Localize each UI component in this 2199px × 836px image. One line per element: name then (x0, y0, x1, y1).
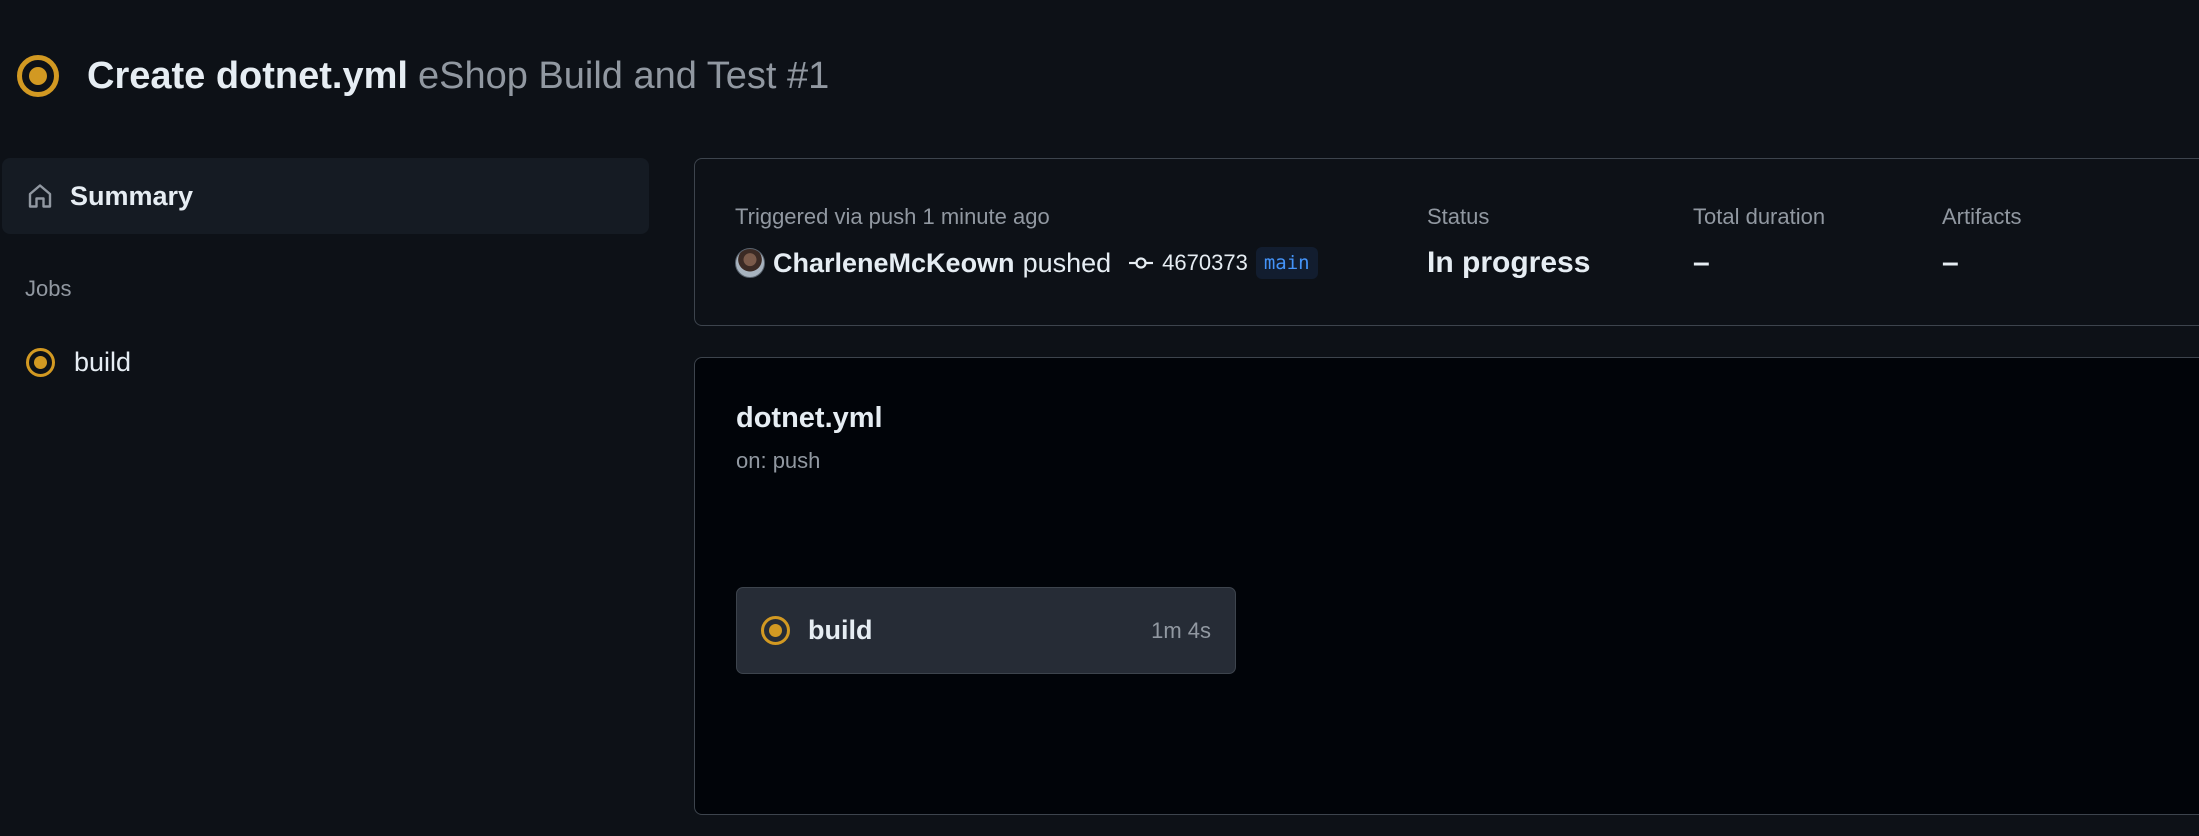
sidebar-item-build[interactable]: build (26, 342, 650, 382)
in-progress-icon (761, 616, 790, 645)
sidebar-item-summary[interactable]: Summary (2, 158, 649, 234)
in-progress-icon (26, 347, 55, 377)
artifacts-value: – (1942, 246, 1959, 279)
workflow-run-page: Create dotnet.yml eShop Build and Test #1… (0, 0, 2199, 836)
sidebar-item-label: build (74, 346, 132, 377)
home-icon (28, 184, 52, 208)
commit-message: Create dotnet.yml (87, 54, 408, 97)
status-value: In progress (1427, 246, 1591, 279)
run-summary-card: Triggered via push 1 minute ago Charlene… (694, 158, 2199, 326)
job-node-build[interactable]: build 1m 4s (736, 587, 1236, 674)
job-duration: 1m 4s (1151, 617, 1211, 643)
trigger-action: pushed (1022, 247, 1112, 278)
jobs-heading: Jobs (25, 276, 72, 301)
status-label: Status (1427, 204, 1490, 229)
sidebar: Summary Jobs build (0, 158, 650, 382)
commit-sha-link[interactable]: 4670373 (1162, 250, 1248, 276)
trigger-details: CharleneMcKeown pushed 4670373 main (735, 247, 1318, 279)
trigger-text: Triggered via push 1 minute ago (735, 204, 1050, 229)
git-commit-icon (1129, 257, 1154, 269)
job-name: build (808, 615, 873, 645)
sidebar-item-label: Summary (70, 180, 194, 211)
run-name: eShop Build and Test #1 (417, 54, 830, 97)
artifacts-label: Artifacts (1942, 204, 2022, 229)
workflow-file-name: dotnet.yml (736, 402, 883, 434)
in-progress-icon (17, 55, 59, 97)
run-header: Create dotnet.yml eShop Build and Test #1 (17, 48, 829, 104)
page-title: Create dotnet.yml eShop Build and Test #1 (87, 55, 829, 98)
branch-badge[interactable]: main (1255, 247, 1318, 279)
avatar[interactable] (735, 248, 765, 278)
actor-link[interactable]: CharleneMcKeown (773, 248, 1015, 279)
workflow-trigger: on: push (736, 448, 821, 473)
workflow-graph: dotnet.yml on: push build 1m 4s (694, 357, 2199, 815)
total-duration-value: – (1693, 246, 1710, 279)
total-duration-label: Total duration (1693, 204, 1826, 229)
